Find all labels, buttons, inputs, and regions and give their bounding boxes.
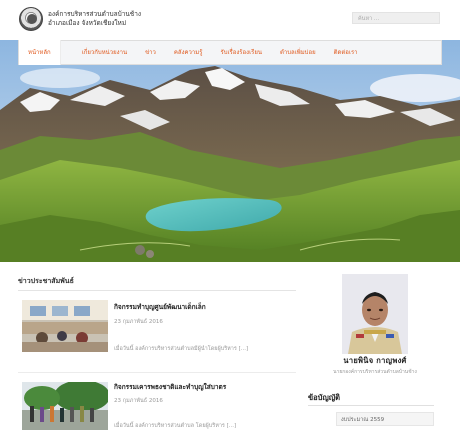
post-title[interactable]: กิจกรรมทำบุญศูนย์พัฒนาเด็กเล็ก <box>114 302 206 312</box>
site-name[interactable]: องค์การบริหารส่วนตำบลบ้านช้าง อำเภอเมือง… <box>48 10 141 28</box>
nav-item-knowledge[interactable]: คลังความรู้ <box>165 40 212 65</box>
nav-item-news[interactable]: ข่าว <box>136 40 165 65</box>
post-excerpt: เมื่อวันนี้ องค์การบริหารส่วนตำบลมีผู้นำ… <box>114 346 249 352</box>
person-role: นายกองค์การบริหารส่วนตำบลบ้านช้าง <box>333 369 417 375</box>
person-name: นายพินิจ กาญพงศ์ <box>343 356 407 365</box>
post-thumbnail[interactable] <box>22 300 108 352</box>
widget-divider <box>308 405 434 406</box>
hero-image <box>0 40 460 262</box>
search-input[interactable]: ค้นหา ... <box>352 12 440 24</box>
post-thumbnail[interactable] <box>22 382 108 430</box>
nav-item-complaints[interactable]: รับเรื่องร้องเรียน <box>211 40 270 65</box>
post-date: 23 กุมภาพันธ์ 2016 <box>114 398 163 404</box>
avatar <box>342 274 408 354</box>
nav-item-contact[interactable]: ติดต่อเรา <box>325 40 367 65</box>
post-divider <box>18 372 296 373</box>
post-date: 23 กุมภาพันธ์ 2016 <box>114 319 163 325</box>
nav-item-faq[interactable]: ตำบลเพิ่มบ่อย <box>271 40 325 65</box>
site-logo-icon[interactable] <box>19 7 43 31</box>
section-divider <box>18 290 296 291</box>
nav-item-home[interactable]: หน้าหลัก <box>19 40 61 65</box>
section-title: ข่าวประชาสัมพันธ์ <box>18 277 74 285</box>
main-nav: หน้าหลัก เกี่ยวกับหน่วยงาน ข่าว คลังความ… <box>18 40 442 65</box>
nav-item-about[interactable]: เกี่ยวกับหน่วยงาน <box>73 40 136 65</box>
ordinance-select[interactable]: งบประมาณ 2559 <box>336 412 434 426</box>
site-name-line1: องค์การบริหารส่วนตำบลบ้านช้าง <box>48 10 142 18</box>
post-title[interactable]: กิจกรรมเคารพธงชาติและทำบุญใส่บาตร <box>114 382 226 392</box>
widget-title: ข้อบัญญัติ <box>308 393 341 402</box>
site-name-line2: อำเภอเมือง จังหวัดเชียงใหม่ <box>48 19 127 27</box>
post-excerpt: เมื่อวันนี้ องค์การบริหารส่วนตำบล โดยผู้… <box>114 423 237 429</box>
site-header: องค์การบริหารส่วนตำบลบ้านช้าง อำเภอเมือง… <box>0 0 460 40</box>
